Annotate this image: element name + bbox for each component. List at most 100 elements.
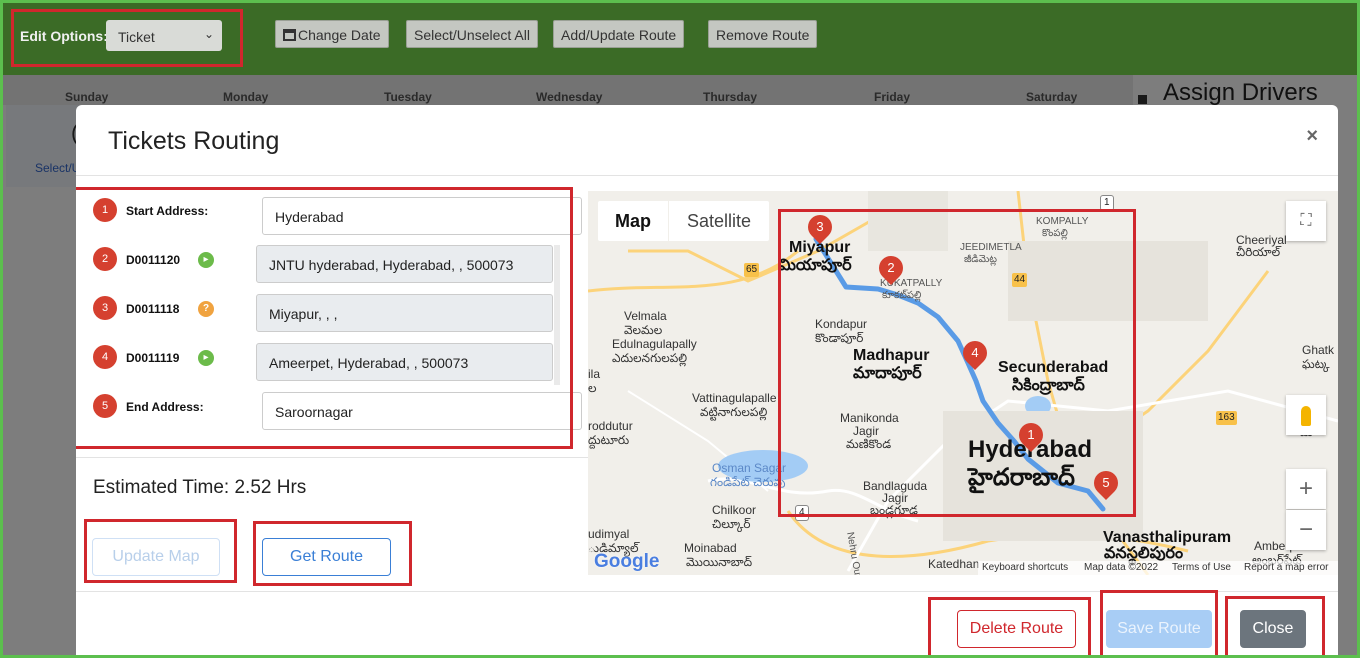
tickets-routing-modal: Tickets Routing × 1 Start Address: Hyder… (76, 105, 1338, 655)
map-pin-5[interactable]: 5 (1089, 466, 1123, 503)
map-label-vattinagulapalle-te: వట్టినాగులపల్లి (700, 405, 768, 419)
google-logo: Google (594, 551, 660, 572)
map-label-madhapur: Madhapur (853, 347, 930, 364)
map-label-secunderabad-te: సికింద్రాబాద్ (1012, 377, 1085, 394)
map-label-moinabad: Moinabad (684, 541, 737, 555)
end-address-input[interactable]: Saroornagar (262, 392, 582, 430)
save-route-button[interactable]: Save Route (1106, 610, 1212, 648)
map-label-roddutur: roddutur (588, 419, 633, 433)
highway-shield: 44 (1012, 273, 1028, 287)
map-label-kukatpally-te: కూకట్‌పల్లి (882, 290, 922, 301)
map-pin-3[interactable]: 3 (803, 210, 837, 247)
map-label-edulnagulapally-te: ఎదులనగులపల్లి (612, 351, 688, 365)
map-label-bandlaguda-te: బండ్లగూడ (870, 503, 918, 517)
map-label-osman-sagar: Osman Sagar (712, 461, 787, 475)
stop-ticket-id: D0011118 (126, 302, 180, 316)
calendar-icon (283, 29, 296, 41)
zoom-out-icon[interactable]: − (1286, 510, 1326, 550)
map-data-text: Map data ©2022 (1084, 562, 1159, 573)
remove-route-button[interactable]: Remove Route (708, 20, 818, 48)
map-label-secunderabad: Secunderabad (998, 359, 1109, 376)
map-pin-1[interactable]: 1 (1014, 418, 1048, 455)
step-number-5: 5 (93, 394, 117, 418)
highway-shield: 65 (744, 263, 760, 277)
pegman-icon[interactable] (1286, 395, 1326, 435)
map-pin-label: 3 (816, 219, 824, 234)
map-label-chilkoor: Chilkoor (712, 503, 757, 517)
step-number-2: 2 (93, 247, 117, 271)
step-number-3: 3 (93, 296, 117, 320)
map-label-manikonda: Manikonda (840, 411, 899, 425)
keyboard-shortcuts-link[interactable]: Keyboard shortcuts (982, 562, 1068, 573)
end-address-label: End Address: (126, 400, 204, 414)
delete-route-button[interactable]: Delete Route (957, 610, 1076, 648)
stop-ticket-id: D0011119 (126, 351, 180, 365)
top-toolbar: Edit Options: Ticket ⌄ Change Date Selec… (3, 3, 1357, 75)
stop-address-field: Ameerpet, Hyderabad, , 500073 (256, 343, 553, 381)
left-panel-divider (76, 457, 588, 458)
map-pin-label: 2 (887, 260, 895, 275)
map-label-cheeriyal-te: చీరియాల్ (1236, 245, 1281, 259)
map-pin-label: 5 (1102, 475, 1110, 490)
stop-address-field: Miyapur, , , (256, 294, 553, 332)
fullscreen-icon[interactable]: ⛶ (1286, 201, 1326, 241)
change-date-button[interactable]: Change Date (275, 20, 389, 48)
map-pin-2[interactable]: 2 (874, 251, 908, 288)
play-status-icon[interactable]: ▸ (198, 350, 214, 366)
map-label-hyderabad-te: హైదరాబాద్ (968, 464, 1075, 491)
map-label-madhapur-te: మాదాపూర్ (853, 365, 922, 382)
play-status-icon[interactable]: ▸ (198, 252, 214, 268)
stop-address-field: JNTU hyderabad, Hyderabad, , 500073 (256, 245, 553, 283)
map-pin-label: 4 (971, 345, 979, 360)
terms-link[interactable]: Terms of Use (1172, 562, 1231, 573)
map-label-chilkoor-te: చిల్కూర్ (712, 517, 751, 531)
edit-options-value: Ticket (118, 29, 155, 45)
edit-options-label: Edit Options: (20, 28, 108, 44)
edit-options-select[interactable]: Ticket ⌄ (106, 20, 222, 51)
add-update-route-button[interactable]: Add/Update Route (553, 20, 685, 48)
map-label-manikonda-jagir: Jagir (853, 424, 880, 438)
map-label-kondapur-te: కొండాపూర్ (815, 331, 864, 345)
map-label-kompally-te: కొంపల్లి (1042, 228, 1068, 239)
map-label-ila-te: ల (588, 381, 597, 395)
map-label-moinabad-te: మొయినాబాద్ (686, 555, 753, 569)
highway-shield: 163 (1216, 411, 1237, 425)
start-address-label: Start Address: (126, 204, 209, 218)
close-button[interactable]: Close (1240, 610, 1306, 648)
select-unselect-all-button[interactable]: Select/Unselect All (406, 20, 538, 48)
map-tab-satellite[interactable]: Satellite (669, 201, 769, 241)
address-list-scrollbar[interactable] (554, 245, 560, 385)
map-label-ghatkesar: Ghatk (1302, 343, 1335, 357)
map-pin-label: 1 (1027, 427, 1035, 442)
question-status-icon[interactable]: ? (198, 301, 214, 317)
map-footer-bar: Keyboard shortcuts Map data ©2022 Terms … (978, 561, 1338, 575)
report-error-link[interactable]: Report a map error (1244, 562, 1328, 573)
map-label-jeedimetla-te: జీడిమెట్ల (964, 254, 998, 265)
map-label-velmala-te: వెలమల (624, 323, 663, 337)
chevron-down-icon: ⌄ (203, 27, 214, 41)
change-date-label: Change Date (298, 27, 381, 43)
map-label-kondapur: Kondapur (815, 317, 868, 331)
route-map[interactable]: KOMPALLY కొంపల్లి JEEDIMETLA జీడిమెట్ల M… (588, 191, 1338, 575)
map-tab-map[interactable]: Map (598, 201, 668, 241)
update-map-button[interactable]: Update Map (92, 538, 220, 576)
modal-footer-divider (76, 591, 1338, 592)
start-address-input[interactable]: Hyderabad (262, 197, 582, 235)
step-number-4: 4 (93, 345, 117, 369)
map-label-osman-sagar-te: గండిపేట్ చెరువు (710, 475, 786, 489)
map-pin-4[interactable]: 4 (958, 336, 992, 373)
modal-close-icon[interactable]: × (1306, 125, 1318, 148)
map-label-udimyal: udimyal (588, 527, 630, 541)
modal-title: Tickets Routing (108, 127, 280, 155)
stop-ticket-id: D0011120 (126, 253, 181, 267)
get-route-button[interactable]: Get Route (262, 538, 391, 576)
map-label-ghatkesar-te: ఘట్క (1302, 357, 1330, 371)
map-label-edulnagulapally: Edulnagulapally (612, 337, 697, 351)
map-label-velmala: Velmala (624, 309, 667, 323)
highway-shield: 4 (795, 505, 809, 521)
map-label-katedhan: Katedhan (928, 557, 980, 571)
zoom-in-icon[interactable]: + (1286, 469, 1326, 509)
map-label-ila: ila (588, 367, 601, 381)
modal-header-divider (76, 175, 1338, 176)
highway-shield: 1 (1100, 195, 1114, 211)
